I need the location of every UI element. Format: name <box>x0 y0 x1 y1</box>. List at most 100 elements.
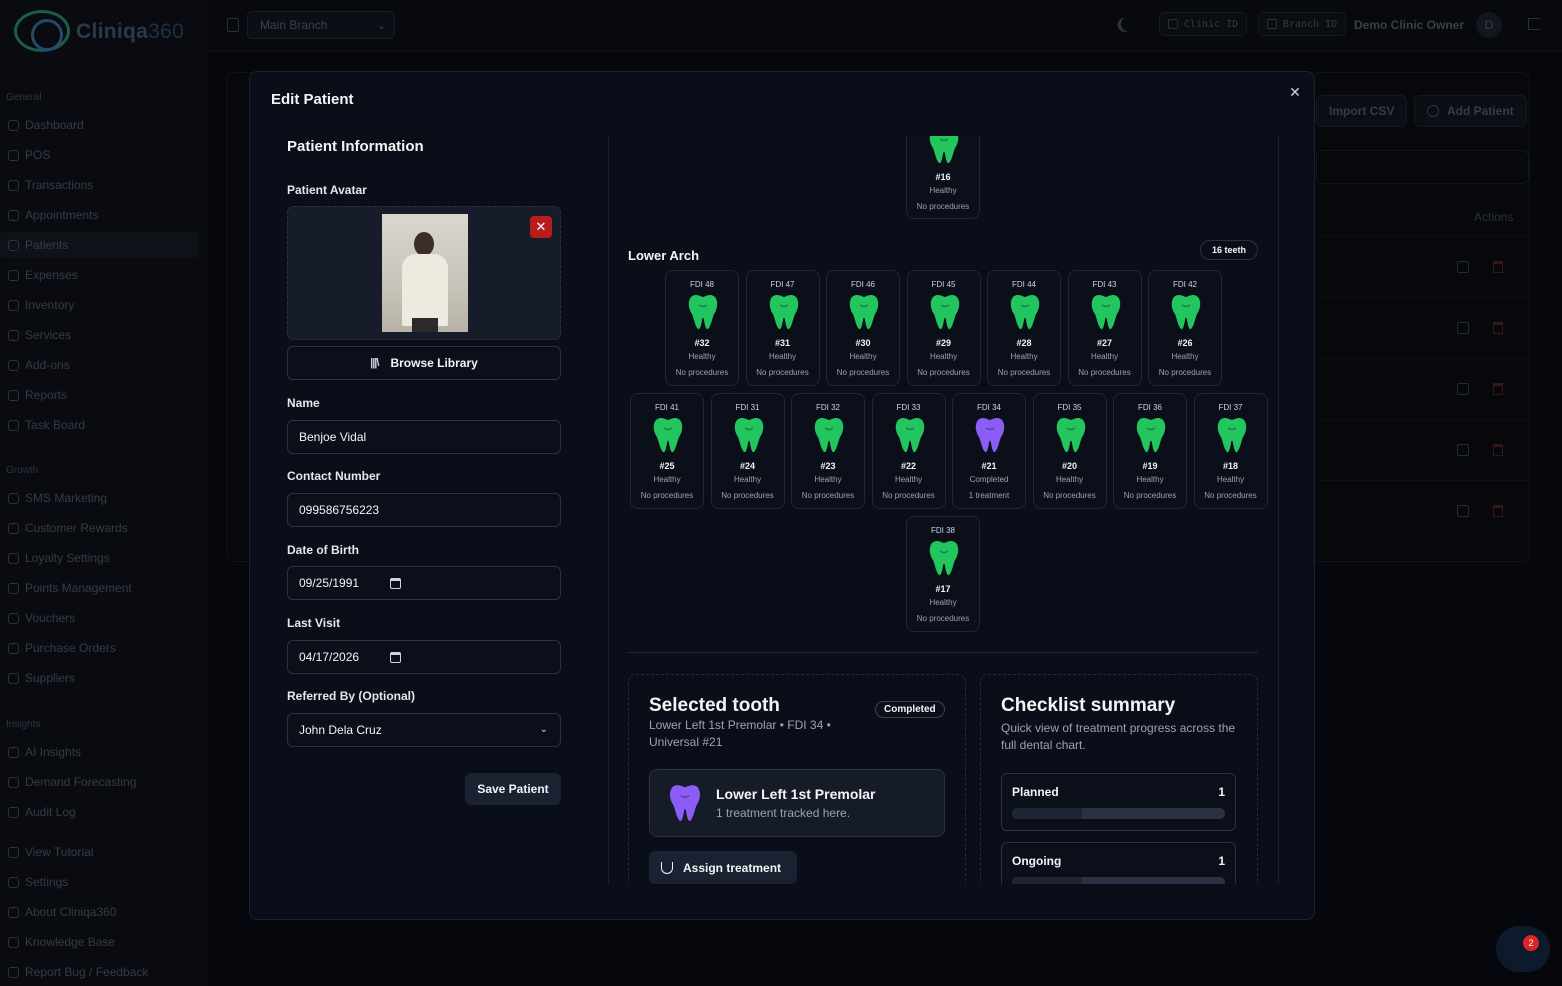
edit-icon[interactable] <box>1457 444 1469 456</box>
checklist-label: Planned <box>1012 785 1059 799</box>
nav-section-title: General <box>6 92 42 103</box>
checklist-subtitle: Quick view of treatment progress across … <box>1001 721 1236 752</box>
sidebar-item-expenses[interactable]: Expenses <box>0 262 199 288</box>
tooth-card[interactable]: FDI 46 #30 Healthy No procedures <box>826 270 900 386</box>
sidebar-item-customer-rewards[interactable]: Customer Rewards <box>0 515 199 541</box>
tooth-fdi: FDI 43 <box>1092 280 1117 289</box>
sidebar-item-purchase-orders[interactable]: Purchase Orders <box>0 635 199 661</box>
tooth-card[interactable]: FDI 33 #22 Healthy No procedures <box>871 393 946 509</box>
sidebar-item-settings[interactable]: Settings <box>0 869 199 895</box>
contact-field[interactable]: 099586756223 <box>287 493 561 527</box>
edit-icon[interactable] <box>1457 505 1469 517</box>
actions-header: Actions <box>1474 210 1514 224</box>
sidebar-item-services[interactable]: Services <box>0 322 199 348</box>
delete-icon[interactable] <box>1493 444 1503 456</box>
add-patient-button[interactable]: Add Patient <box>1414 95 1527 127</box>
sidebar-item-knowledge-base[interactable]: Knowledge Base <box>0 929 199 955</box>
tooth-card[interactable]: FDI 42 #26 Healthy No procedures <box>1148 270 1222 386</box>
close-icon[interactable]: ✕ <box>1287 84 1303 100</box>
tooth-card[interactable]: FDI 36 #19 Healthy No procedures <box>1113 393 1187 509</box>
help-chat-button[interactable] <box>1496 926 1550 972</box>
edit-icon[interactable] <box>1457 322 1469 334</box>
user-avatar[interactable]: D <box>1476 12 1502 38</box>
sidebar-item-sms-marketing[interactable]: SMS Marketing <box>0 485 199 511</box>
table-divider <box>1316 480 1528 481</box>
app-logo[interactable]: Cliniqa360 <box>14 8 184 54</box>
delete-icon[interactable] <box>1493 383 1503 395</box>
tooth-card[interactable]: FDI 47 #31 Healthy No procedures <box>745 270 820 386</box>
last-visit-field[interactable]: 04/17/2026 <box>287 640 561 674</box>
tooth-number: #18 <box>1222 461 1239 471</box>
name-field[interactable]: Benjoe Vidal <box>287 420 561 454</box>
section-divider <box>628 652 1258 653</box>
tooth-card[interactable]: #16 Healthy No procedures <box>906 136 980 219</box>
sidebar-item-pos[interactable]: POS <box>0 142 199 168</box>
assign-treatment-button[interactable]: Assign treatment <box>649 851 797 884</box>
clinic-id-chip[interactable]: Clinic ID <box>1159 12 1248 36</box>
sidebar-item-reports[interactable]: Reports <box>0 382 199 408</box>
edit-icon[interactable] <box>1457 383 1469 395</box>
tooth-card[interactable]: FDI 41 #25 Healthy No procedures <box>630 393 704 509</box>
nav-icon <box>8 389 19 401</box>
browse-library-button[interactable]: |||\ Browse Library <box>287 346 561 380</box>
sidebar-item-appointments[interactable]: Appointments <box>0 202 199 228</box>
tooth-card[interactable]: FDI 43 #27 Healthy No procedures <box>1067 270 1142 386</box>
nav-icon <box>8 746 19 758</box>
column-divider <box>1278 136 1279 884</box>
dob-field[interactable]: 09/25/1991 <box>287 566 561 600</box>
logout-icon[interactable] <box>1528 18 1540 30</box>
sidebar-item-vouchers[interactable]: Vouchers <box>0 605 199 631</box>
sidebar-item-audit-log[interactable]: Audit Log <box>0 799 199 825</box>
nav-icon <box>8 906 19 918</box>
sidebar-item-report-bug-feedback[interactable]: Report Bug / Feedback <box>0 959 199 985</box>
tooth-card[interactable]: FDI 32 #23 Healthy No procedures <box>791 393 865 509</box>
calendar-icon[interactable] <box>390 652 401 663</box>
tooth-status: Healthy <box>929 598 957 607</box>
delete-icon[interactable] <box>1493 261 1503 273</box>
sidebar-item-inventory[interactable]: Inventory <box>0 292 199 318</box>
tooth-card[interactable]: FDI 45 #29 Healthy No procedures <box>906 270 981 386</box>
sidebar-item-about-cliniqa360[interactable]: About Cliniqa360 <box>0 899 199 925</box>
tooth-procedures: No procedures <box>1043 491 1096 500</box>
sidebar-item-transactions[interactable]: Transactions <box>0 172 199 198</box>
sidebar: Cliniqa360 General Dashboard POS Transactio… <box>0 0 207 986</box>
sidebar-item-view-tutorial[interactable]: View Tutorial <box>0 839 199 865</box>
theme-toggle-icon[interactable] <box>1119 15 1137 33</box>
tooth-card[interactable]: FDI 35 #20 Healthy No procedures <box>1032 393 1107 509</box>
patient-search-input[interactable] <box>1316 150 1529 184</box>
branch-select[interactable]: Main Branch ⌄ <box>247 11 395 39</box>
sidebar-item-label: Loyalty Settings <box>25 551 110 565</box>
import-csv-button[interactable]: Import CSV <box>1316 95 1408 127</box>
sidebar-item-demand-forecasting[interactable]: Demand Forecasting <box>0 769 199 795</box>
save-patient-button[interactable]: Save Patient <box>465 773 561 805</box>
remove-avatar-button[interactable]: ✕ <box>530 216 552 238</box>
delete-icon[interactable] <box>1493 322 1503 334</box>
sidebar-item-dashboard[interactable]: Dashboard <box>0 112 199 138</box>
sidebar-item-suppliers[interactable]: Suppliers <box>0 665 199 691</box>
calendar-icon[interactable] <box>390 578 401 589</box>
tooth-card[interactable]: FDI 37 #18 Healthy No procedures <box>1193 393 1268 509</box>
copy-icon <box>1267 19 1277 29</box>
sidebar-item-points-management[interactable]: Points Management <box>0 575 199 601</box>
logo-mark <box>14 10 70 52</box>
sidebar-item-loyalty-settings[interactable]: Loyalty Settings <box>0 545 199 571</box>
sidebar-item-ai-insights[interactable]: AI Insights <box>0 739 199 765</box>
sidebar-item-add-ons[interactable]: Add-ons <box>0 352 199 378</box>
tooth-procedures: No procedures <box>917 368 970 377</box>
tooth-status: Healthy <box>653 475 681 484</box>
tooth-card[interactable]: FDI 38 #17 Healthy No procedures <box>906 516 980 632</box>
avatar-dropzone[interactable]: ✕ <box>287 206 561 340</box>
tooth-card[interactable]: FDI 34 #21 Completed 1 treatment <box>952 393 1026 509</box>
edit-icon[interactable] <box>1457 261 1469 273</box>
branch-id-chip[interactable]: Branch ID <box>1258 12 1347 36</box>
delete-icon[interactable] <box>1493 505 1503 517</box>
library-icon: |||\ <box>370 357 379 369</box>
referred-by-select[interactable]: John Dela Cruz ⌄ <box>287 713 561 747</box>
sidebar-item-label: Add-ons <box>25 358 70 372</box>
checklist-title: Checklist summary <box>1001 695 1176 716</box>
sidebar-item-patients[interactable]: Patients <box>0 232 199 258</box>
sidebar-item-task-board[interactable]: Task Board <box>0 412 199 438</box>
tooth-card[interactable]: FDI 31 #24 Healthy No procedures <box>710 393 785 509</box>
tooth-card[interactable]: FDI 48 #32 Healthy No procedures <box>665 270 739 386</box>
tooth-card[interactable]: FDI 44 #28 Healthy No procedures <box>987 270 1061 386</box>
